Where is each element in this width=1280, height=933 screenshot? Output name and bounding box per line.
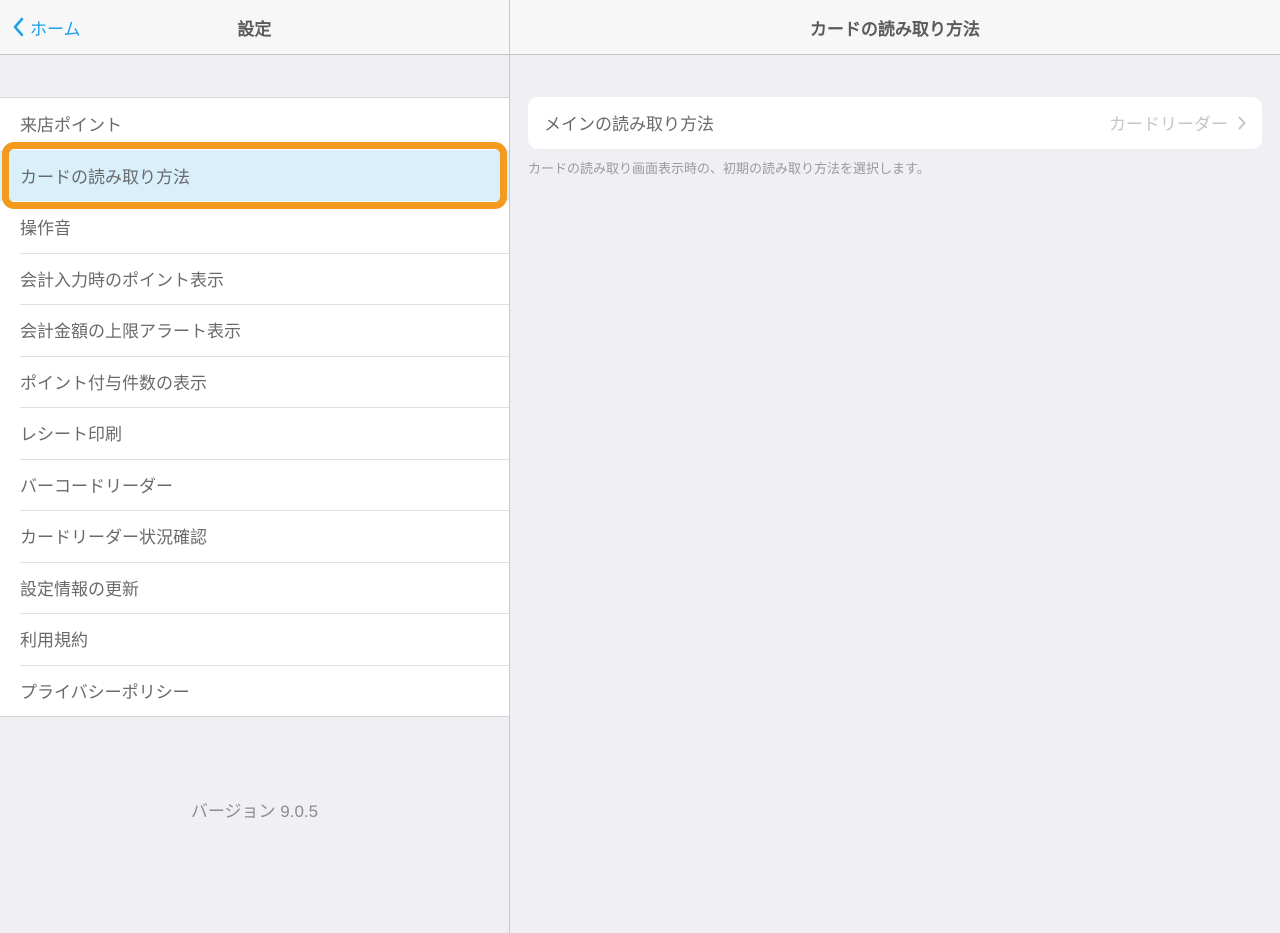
master-nav-bar: ホーム 設定 [0, 0, 509, 55]
version-label: バージョン 9.0.5 [0, 717, 509, 862]
settings-item-label: 操作音 [20, 214, 71, 239]
master-title: 設定 [238, 15, 272, 40]
settings-item[interactable]: カードの読み取り方法 [0, 150, 509, 202]
detail-scroll[interactable]: メインの読み取り方法 カードリーダー カードの読み取り画面表示時の、初期の読み取… [510, 55, 1280, 178]
detail-nav-bar: カードの読み取り方法 [510, 0, 1280, 55]
settings-item[interactable]: 操作音 [0, 201, 509, 253]
settings-item[interactable]: 会計金額の上限アラート表示 [0, 304, 509, 356]
settings-item[interactable]: 設定情報の更新 [0, 562, 509, 614]
detail-item-value: カードリーダー [1109, 110, 1228, 135]
settings-item[interactable]: バーコードリーダー [0, 459, 509, 511]
settings-item-label: ポイント付与件数の表示 [20, 369, 207, 394]
back-button[interactable]: ホーム [0, 15, 81, 40]
chevron-right-icon [1238, 116, 1246, 130]
settings-item-label: バーコードリーダー [20, 472, 173, 497]
settings-master-pane: ホーム 設定 来店ポイントカードの読み取り方法操作音会計入力時のポイント表示会計… [0, 0, 510, 933]
back-label: ホーム [30, 15, 81, 40]
settings-item-label: プライバシーポリシー [20, 678, 190, 703]
settings-detail-pane: カードの読み取り方法 メインの読み取り方法 カードリーダー カードの読み取り画面… [510, 0, 1280, 933]
settings-list: 来店ポイントカードの読み取り方法操作音会計入力時のポイント表示会計金額の上限アラ… [0, 97, 509, 717]
settings-item-label: 会計金額の上限アラート表示 [20, 317, 241, 342]
settings-item-label: 設定情報の更新 [20, 575, 139, 600]
settings-item-label: カードリーダー状況確認 [20, 523, 207, 548]
settings-scroll[interactable]: 来店ポイントカードの読み取り方法操作音会計入力時のポイント表示会計金額の上限アラ… [0, 55, 509, 933]
detail-list: メインの読み取り方法 カードリーダー [528, 97, 1262, 149]
settings-item[interactable]: ポイント付与件数の表示 [0, 356, 509, 408]
settings-item-label: 会計入力時のポイント表示 [20, 266, 224, 291]
settings-item[interactable]: レシート印刷 [0, 407, 509, 459]
settings-item-label: レシート印刷 [20, 420, 122, 445]
settings-item-label: カードの読み取り方法 [20, 163, 190, 188]
detail-title: カードの読み取り方法 [810, 15, 980, 40]
settings-item[interactable]: プライバシーポリシー [0, 665, 509, 717]
settings-item-label: 来店ポイント [20, 111, 122, 136]
main-read-method-row[interactable]: メインの読み取り方法 カードリーダー [528, 97, 1262, 149]
settings-item[interactable]: 来店ポイント [0, 98, 509, 150]
settings-item-label: 利用規約 [20, 626, 88, 651]
detail-footer: カードの読み取り画面表示時の、初期の読み取り方法を選択します。 [510, 149, 1280, 179]
settings-item[interactable]: 利用規約 [0, 613, 509, 665]
detail-item-label: メインの読み取り方法 [544, 110, 1109, 135]
settings-item[interactable]: カードリーダー状況確認 [0, 510, 509, 562]
settings-item[interactable]: 会計入力時のポイント表示 [0, 253, 509, 305]
chevron-left-icon [12, 17, 24, 37]
